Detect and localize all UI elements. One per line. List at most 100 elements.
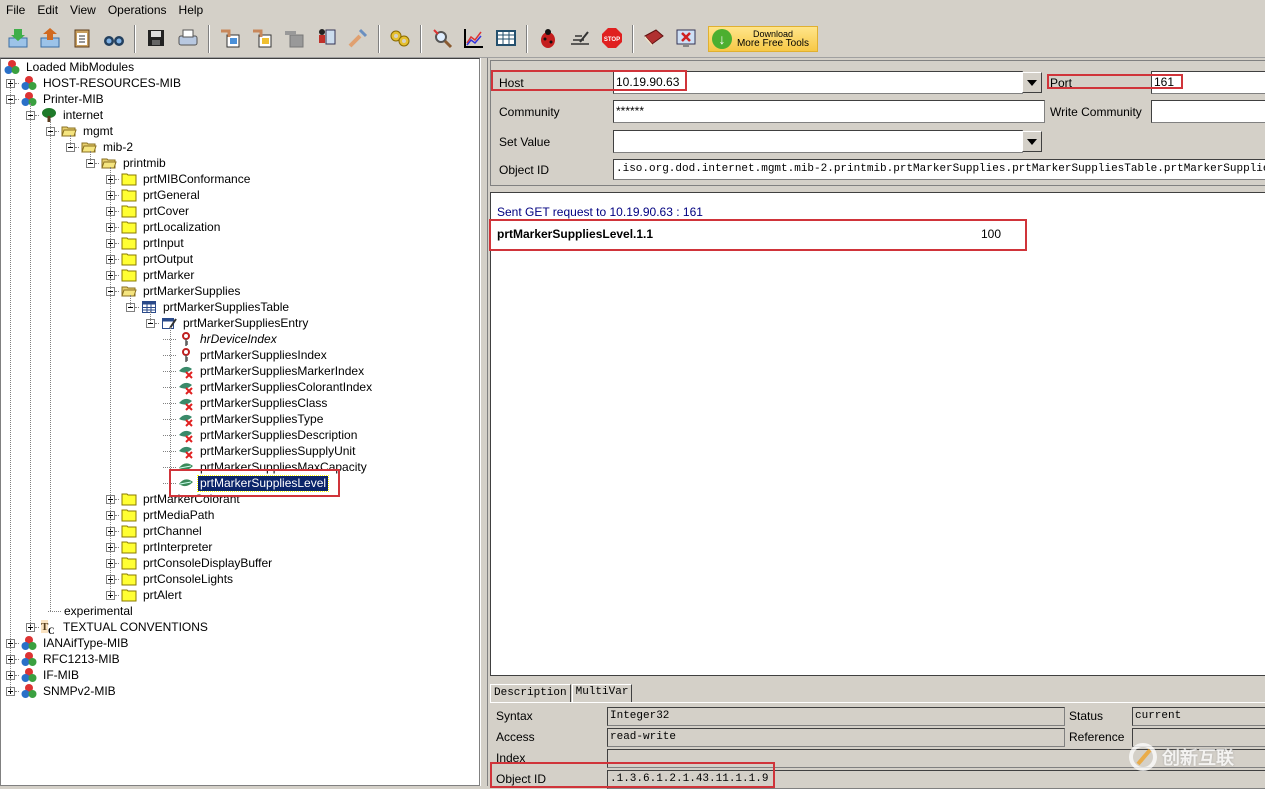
- clipboard-button[interactable]: [67, 24, 97, 54]
- stop-icon: STOP: [600, 26, 624, 53]
- mib-module-icon: [20, 91, 38, 107]
- tree-node-prtinterpreter[interactable]: prtInterpreter: [106, 539, 214, 555]
- settings-gears-button[interactable]: [385, 24, 415, 54]
- tree-node-prtinput[interactable]: prtInput: [106, 235, 186, 251]
- debug-ladybug-button[interactable]: [533, 24, 563, 54]
- tree-node-rfc1213-mib[interactable]: RFC1213-MIB: [6, 651, 122, 667]
- tree-node-prtmediapath[interactable]: prtMediaPath: [106, 507, 216, 523]
- print-button[interactable]: [173, 24, 203, 54]
- tree-node-prtmarkersuppliesclass[interactable]: prtMarkerSuppliesClass: [163, 395, 329, 411]
- tree-node-experimental[interactable]: experimental: [46, 603, 135, 619]
- tree-node-mib-2[interactable]: mib-2: [66, 139, 135, 155]
- tree-node-prtmarkersuppliestype[interactable]: prtMarkerSuppliesType: [163, 411, 325, 427]
- tree-node-label: prtMarkerSuppliesClass: [200, 395, 328, 410]
- request-form: Host 10.19.90.63 Port 161 Community ****…: [490, 60, 1265, 186]
- tree-node-mgmt[interactable]: mgmt: [46, 123, 115, 139]
- reference-value: [1132, 728, 1265, 747]
- tree-connector: [15, 82, 19, 84]
- load-mib-button[interactable]: [3, 24, 33, 54]
- getbulk-disabled-button[interactable]: [279, 24, 309, 54]
- tree-node-label: prtMarker: [143, 267, 195, 282]
- tree-root[interactable]: Loaded MibModules: [3, 59, 136, 75]
- syntax-value: Integer32: [607, 707, 1065, 726]
- tree-node-prtlocalization[interactable]: prtLocalization: [106, 219, 222, 235]
- tree-node-label: RFC1213-MIB: [43, 651, 120, 666]
- object-id-label-desc: Object ID: [496, 772, 547, 786]
- tree-node-prtconsoledisplaybuffer[interactable]: prtConsoleDisplayBuffer: [106, 555, 274, 571]
- tree-node-ianaiftype-mib[interactable]: IANAifType-MIB: [6, 635, 130, 651]
- tree-node-label: prtMarkerSuppliesLevel: [196, 474, 330, 492]
- tree-node-prtmibconformance[interactable]: prtMIBConformance: [106, 171, 252, 187]
- get-button[interactable]: [215, 24, 245, 54]
- tree-node-prtmarkersuppliessupplyunit[interactable]: prtMarkerSuppliesSupplyUnit: [163, 443, 357, 459]
- tab-description[interactable]: Description: [490, 684, 571, 702]
- tree-node-label: prtMarkerSuppliesColorantIndex: [200, 379, 373, 394]
- tree-node-if-mib[interactable]: IF-MIB: [6, 667, 81, 683]
- tree-node-prtcover[interactable]: prtCover: [106, 203, 191, 219]
- tab-multivar[interactable]: MultiVar: [571, 684, 633, 702]
- find-binoculars-button[interactable]: [99, 24, 129, 54]
- result-value[interactable]: 100: [981, 227, 1001, 241]
- tree-node-prtmarkersuppliesindex[interactable]: prtMarkerSuppliesIndex: [163, 347, 329, 363]
- tree-node-hrdeviceindex[interactable]: hrDeviceIndex: [163, 331, 279, 347]
- help-book-button[interactable]: [639, 24, 669, 54]
- tree-node-prtmarkersuppliescolorantindex[interactable]: prtMarkerSuppliesColorantIndex: [163, 379, 374, 395]
- tree-node-prtoutput[interactable]: prtOutput: [106, 251, 195, 267]
- mib-module-icon: [20, 683, 38, 699]
- tree-connector: [15, 674, 19, 676]
- tree-node-prtgeneral[interactable]: prtGeneral: [106, 187, 202, 203]
- menu-help[interactable]: Help: [173, 0, 210, 21]
- status-label: Status: [1069, 709, 1104, 723]
- getnext-button[interactable]: [247, 24, 277, 54]
- pane-splitter[interactable]: [480, 58, 488, 786]
- unload-mib-button[interactable]: [35, 24, 65, 54]
- menu-edit[interactable]: Edit: [31, 0, 64, 21]
- mib-tree[interactable]: Loaded MibModules HOST-RESOURCES-MIB Print…: [0, 58, 480, 786]
- tree-node-prtmarkersuppliesmaxcapacity[interactable]: prtMarkerSuppliesMaxCapacity: [163, 459, 369, 475]
- host-dropdown-button[interactable]: [1022, 72, 1042, 93]
- tree-guide-line: [10, 79, 11, 691]
- tree-node-prtconsolelights[interactable]: prtConsoleLights: [106, 571, 235, 587]
- host-input[interactable]: 10.19.90.63: [613, 71, 1023, 94]
- menu-view[interactable]: View: [64, 0, 102, 21]
- tree-connector: [115, 546, 119, 548]
- tree-node-snmpv2-mib[interactable]: SNMPv2-MIB: [6, 683, 118, 699]
- tree-node-prtmarker[interactable]: prtMarker: [106, 267, 196, 283]
- table-view-button[interactable]: [491, 24, 521, 54]
- trap-viewer-button[interactable]: [565, 24, 595, 54]
- tree-node-prtchannel[interactable]: prtChannel: [106, 523, 204, 539]
- tree-node-printer-mib[interactable]: Printer-MIB: [6, 91, 106, 107]
- tree-node-label: TEXTUAL CONVENTIONS: [63, 619, 208, 634]
- folder-icon: [120, 219, 138, 235]
- tree-node-label: prtOutput: [143, 251, 194, 266]
- port-input[interactable]: 161: [1151, 71, 1265, 94]
- line-graph-button[interactable]: [459, 24, 489, 54]
- tree-node-prtalert[interactable]: prtAlert: [106, 587, 184, 603]
- folder-open-icon: [60, 123, 78, 139]
- menu-file[interactable]: File: [0, 0, 31, 21]
- tree-node-prtmarkersuppliesdescription[interactable]: prtMarkerSuppliesDescription: [163, 427, 359, 443]
- set-value-input[interactable]: [613, 130, 1023, 153]
- tree-node-prtmarkercolorant[interactable]: prtMarkerColorant: [106, 491, 242, 507]
- menu-bar: File Edit View Operations Help: [0, 0, 1265, 21]
- write-community-input[interactable]: [1151, 100, 1265, 123]
- community-input[interactable]: ******: [613, 100, 1045, 123]
- tree-node-internet[interactable]: internet: [26, 107, 105, 123]
- exit-button[interactable]: [671, 24, 701, 54]
- tree-node-prtmarkersuppliesmarkerindex[interactable]: prtMarkerSuppliesMarkerIndex: [163, 363, 366, 379]
- save-floppy-button[interactable]: [141, 24, 171, 54]
- tree-node-prtmarkersupplies[interactable]: prtMarkerSupplies: [106, 283, 242, 299]
- tree-node-host-resources-mib[interactable]: HOST-RESOURCES-MIB: [6, 75, 183, 91]
- set-value-dropdown-button[interactable]: [1022, 131, 1042, 152]
- mib-search-button[interactable]: [427, 24, 457, 54]
- download-more-tools-button[interactable]: ↓ Download More Free Tools: [708, 26, 818, 52]
- stop-button[interactable]: STOP: [597, 24, 627, 54]
- tree-node-textual-conventions[interactable]: T C TEXTUAL CONVENTIONS: [26, 619, 210, 635]
- set-button[interactable]: [311, 24, 341, 54]
- trap-hand-button[interactable]: [343, 24, 373, 54]
- tree-node-prtmarkersupplieslevel[interactable]: prtMarkerSuppliesLevel: [163, 474, 330, 492]
- menu-operations[interactable]: Operations: [102, 0, 173, 21]
- object-id-input[interactable]: .iso.org.dod.internet.mgmt.mib-2.printmi…: [613, 159, 1265, 180]
- result-oid-name[interactable]: prtMarkerSuppliesLevel.1.1: [497, 227, 653, 241]
- tree-node-printmib[interactable]: printmib: [86, 155, 168, 171]
